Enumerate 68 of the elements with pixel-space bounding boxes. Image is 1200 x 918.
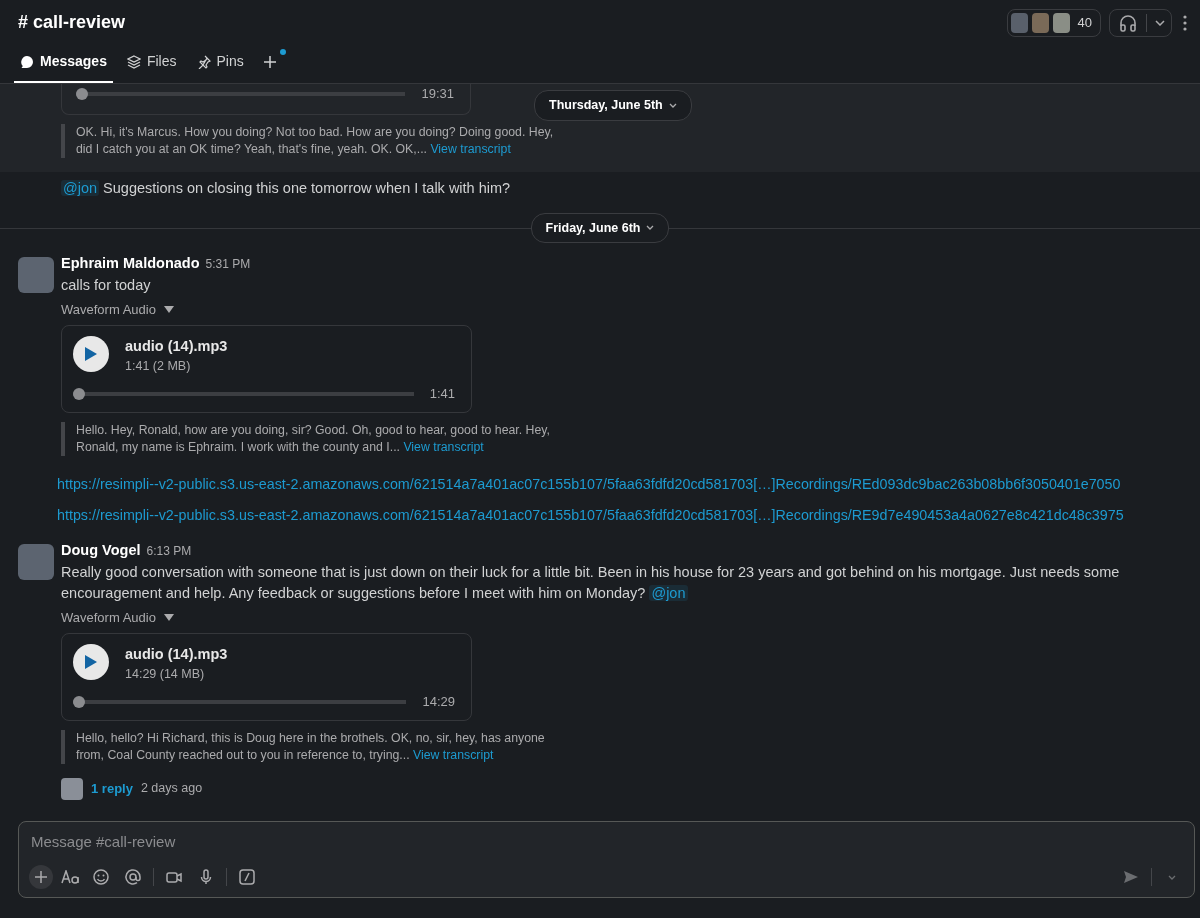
transcript-text: Hello. Hey, Ronald, how are you doing, sir? Good. Oh, good to hear, good to hear. Hey, Ronald, my name is Ephraim. I work with the county and I... View transcript	[61, 421, 561, 456]
duration-label: 1:41	[429, 385, 455, 403]
progress-thumb[interactable]	[73, 695, 85, 708]
text-format-icon	[61, 870, 81, 884]
smiley-icon	[92, 868, 110, 886]
plus-icon	[32, 868, 50, 886]
chevron-down-icon	[1168, 874, 1176, 880]
author-name[interactable]: Ephraim Maldonado	[61, 253, 200, 275]
message-composer[interactable]: Message #call-review	[18, 821, 1195, 898]
view-transcript-link[interactable]: View transcript	[413, 747, 494, 762]
message-text: calls for today	[61, 276, 152, 295]
play-button[interactable]	[73, 643, 109, 680]
attachment-label: Waveform Audio	[61, 301, 156, 319]
send-icon	[1123, 870, 1139, 884]
headphones-icon	[1118, 13, 1138, 32]
member-avatar	[1031, 12, 1049, 33]
member-avatar	[1052, 12, 1070, 33]
transcript-text: Hello, hello? Hi Richard, this is Doug here in the brothels. OK, no, sir, hey, has anyone from, Coal County reached out to you in reference to, trying... View transcript	[61, 729, 561, 764]
channel-title: # call-review	[18, 11, 126, 34]
progress-thumb[interactable]	[73, 387, 85, 400]
duration-label: 19:31	[421, 85, 454, 103]
attachment-label: Waveform Audio	[61, 609, 156, 628]
notification-dot-icon	[279, 49, 286, 55]
play-icon	[84, 653, 98, 670]
at-sign-icon	[124, 868, 142, 886]
avatar-placeholder[interactable]	[18, 257, 54, 294]
play-button[interactable]	[73, 335, 109, 372]
attach-button[interactable]	[29, 865, 53, 889]
date-button[interactable]: Thursday, June 5th	[534, 90, 692, 121]
file-meta: 1:41 (2 MB)	[125, 358, 192, 376]
view-transcript-link[interactable]: View transcript	[430, 141, 511, 156]
reply-time: 2 days ago	[140, 780, 203, 798]
message-text: Really good conversation with someone that is just down on their luck for a little bit. Been in his house for 23 years and got behind on his mortgage. Just needs some encouragement and help. Any feedback or suggestions before I meet with him on Monday? @jon	[61, 563, 1121, 604]
chevron-down-icon	[646, 225, 655, 231]
file-name: audio (14).mp3	[125, 644, 228, 664]
slash-icon	[238, 868, 256, 886]
view-transcript-link[interactable]: View transcript	[403, 439, 484, 454]
chevron-down-icon	[668, 102, 677, 108]
url-link[interactable]: https://resimpli--v2-public.s3.us-east-2.amazonaws.com/621514a7a401ac07c155b107/5faa63fdfd20cd581703[…]Recordings/REd093dc9bac263b08bb6f3050401e7050	[57, 473, 1190, 495]
author-name[interactable]: Doug Vogel	[61, 540, 141, 563]
file-name: audio (14).mp3	[125, 336, 228, 356]
url-link[interactable]: https://resimpli--v2-public.s3.us-east-2.amazonaws.com/621514a7a401ac07c155b107/5faa63fdfd20cd581703[…]Recordings/RE9d7e490453a4a0627e8c421dc48c3975	[57, 504, 1190, 527]
file-meta: 14:29 (14 MB)	[125, 666, 206, 684]
layers-icon	[126, 54, 141, 69]
mention-link[interactable]: @jon	[649, 585, 688, 602]
timestamp[interactable]: 5:31 PM	[205, 255, 251, 274]
plus-icon	[262, 55, 277, 69]
tab[interactable]: Files	[120, 45, 183, 83]
member-avatar	[1010, 12, 1028, 33]
avatar-placeholder	[61, 777, 83, 800]
play-icon	[84, 345, 98, 362]
huddle-button[interactable]	[1109, 8, 1172, 37]
avatar-placeholder[interactable]	[18, 544, 54, 581]
reply-count-link[interactable]: 1 reply	[91, 778, 133, 799]
message-text: @jon Suggestions on closing this one tomorrow when I talk with him?	[61, 178, 512, 198]
caret-icon[interactable]	[163, 306, 174, 314]
members-button[interactable]: 40	[1006, 8, 1101, 37]
chevron-down-icon	[1155, 19, 1165, 26]
progress-thumb[interactable]	[76, 87, 88, 100]
message-input[interactable]: Message #call-review	[29, 831, 1184, 854]
tab[interactable]: Pins	[190, 45, 250, 83]
timestamp[interactable]: 6:13 PM	[146, 542, 192, 561]
caret-icon[interactable]	[163, 614, 174, 622]
duration-label: 14:29	[422, 693, 455, 712]
date-button[interactable]: Friday, June 6th	[530, 212, 670, 244]
mention-link[interactable]: @jon	[61, 179, 100, 196]
pin-icon	[196, 54, 211, 69]
message-icon	[20, 54, 34, 69]
